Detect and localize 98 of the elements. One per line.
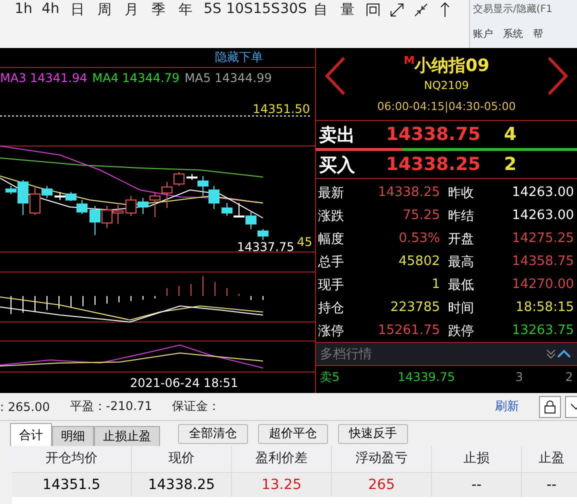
- contract-code: NQ2109: [424, 79, 469, 92]
- menu-item[interactable]: 帮: [533, 27, 543, 41]
- expand-icon[interactable]: [389, 2, 405, 18]
- moving-average-label: MA3 14341.94: [0, 71, 88, 85]
- stat-label: 昨结: [447, 208, 475, 224]
- table-cell: 13.25: [232, 473, 332, 497]
- period-button[interactable]: 5S: [199, 1, 226, 17]
- action-button[interactable]: 快速反手: [338, 424, 408, 444]
- shrink-icon[interactable]: [413, 2, 429, 18]
- stat-value: 14263.00: [510, 185, 574, 200]
- lock-icon: [544, 400, 556, 414]
- depth-cell-text: 2: [564, 370, 573, 384]
- period-button[interactable]: 日: [64, 1, 91, 19]
- period-button[interactable]: 30S: [280, 1, 307, 17]
- bid-volume: 2: [504, 154, 517, 175]
- stat-label: 涨跌: [318, 208, 345, 224]
- stat-label: 持仓: [318, 300, 345, 316]
- stat-value: 0.53%: [398, 231, 441, 246]
- stat-value: 14358.75: [510, 254, 574, 269]
- bid-label: 买入: [319, 154, 356, 176]
- stat-label: 开盘: [447, 230, 475, 248]
- refresh-link[interactable]: 刷新: [495, 398, 519, 415]
- double-chevron-icon[interactable]: [545, 348, 557, 360]
- stat-label: 时间: [447, 300, 475, 316]
- ask-volume: 4: [504, 124, 517, 145]
- trade-toggle-label[interactable]: 交易显示/隐藏(F1: [473, 2, 577, 16]
- stat-label: 跌停: [447, 322, 475, 340]
- period-button[interactable]: 季: [145, 1, 172, 19]
- stat-label: 总手: [318, 254, 345, 270]
- stat-label: 昨收: [447, 184, 475, 202]
- period-button[interactable]: 4h: [37, 1, 64, 17]
- column-header: 现价: [132, 446, 232, 473]
- price-label: 14351.50: [252, 102, 310, 116]
- main-contract-marker: M: [404, 54, 415, 67]
- depth-title: 多档行情: [320, 346, 373, 363]
- period-button[interactable]: 月: [118, 1, 145, 19]
- stat-label: 最新: [318, 184, 345, 202]
- depth-level: 卖5: [320, 368, 341, 386]
- price-label: 14337.75: [237, 240, 294, 254]
- collapse-caret-icon[interactable]: [557, 349, 571, 359]
- margin-label: 保证金：: [172, 398, 220, 415]
- stat-value: 18:58:15: [514, 300, 574, 315]
- ask-price: 14338.75: [386, 124, 482, 145]
- column-header: 开仓均价: [12, 446, 132, 473]
- bid-price: 14338.25: [386, 154, 482, 175]
- float-pl-value: : 265.00: [0, 400, 50, 414]
- table-cell: --: [432, 473, 522, 497]
- period-button[interactable]: 周: [91, 1, 118, 19]
- hide-order-link[interactable]: 隐藏下单: [215, 48, 263, 67]
- stat-value: 45802: [398, 254, 441, 269]
- action-button[interactable]: 超价平仓: [258, 424, 328, 444]
- stat-label: 现手: [318, 276, 345, 294]
- period-button[interactable]: 年: [172, 1, 199, 19]
- trading-session: 06:00-04:15|04:30-05:00: [377, 100, 516, 113]
- menu-item[interactable]: 系统: [503, 27, 523, 41]
- period-button[interactable]: 量: [334, 1, 361, 19]
- price-label: 45: [297, 235, 312, 249]
- stat-value: 14270.00: [510, 277, 574, 292]
- contract-name: 小纳指09: [414, 55, 490, 77]
- date-label: 2021-06-24 18:51: [130, 376, 238, 390]
- stat-label: 最高: [447, 254, 475, 270]
- tab[interactable]: 止损止盈: [94, 426, 160, 446]
- stat-value: 14338.25: [376, 185, 441, 200]
- period-button[interactable]: 1h: [10, 1, 37, 17]
- stat-label: 幅度: [318, 230, 345, 248]
- ask-label: 卖出: [319, 124, 356, 146]
- column-header: 盈利价差: [232, 446, 332, 473]
- draw-tool-icon[interactable]: [365, 2, 381, 18]
- column-header: 止盈: [522, 446, 577, 473]
- stat-value: 14263.00: [510, 208, 574, 223]
- table-cell: --: [522, 473, 577, 497]
- depth-header[interactable]: 多档行情: [316, 342, 577, 366]
- stat-value: 223785: [389, 300, 441, 315]
- tab[interactable]: 明细: [52, 426, 94, 446]
- table-cell: 14338.25: [132, 473, 232, 497]
- table-cell: 14351.5: [12, 473, 132, 497]
- moving-average-label: MA5 14344.99: [184, 71, 272, 85]
- period-button[interactable]: 自: [307, 1, 334, 19]
- stat-value: 15261.75: [376, 323, 441, 338]
- stat-value: 14275.25: [510, 231, 574, 246]
- stat-value: 13263.75: [510, 323, 574, 338]
- column-header: 浮动盈亏: [332, 446, 432, 473]
- stat-label: 最低: [447, 276, 475, 294]
- stat-label: 涨停: [318, 322, 345, 340]
- column-header: 止损: [432, 446, 522, 473]
- table-cell: 265: [332, 473, 432, 497]
- period-button[interactable]: 10S: [226, 1, 253, 17]
- stat-value: 1: [430, 277, 441, 292]
- lock-button[interactable]: [539, 396, 561, 418]
- close-pl-label: 平盈：-210.71: [70, 398, 152, 415]
- tab[interactable]: 合计: [10, 423, 52, 446]
- stat-value: 75.25: [402, 208, 441, 223]
- menu-item[interactable]: 账户: [473, 27, 493, 41]
- depth-volume: 3: [514, 370, 523, 384]
- depth-price: 14339.75: [396, 370, 455, 384]
- action-button[interactable]: 全部清仓: [178, 424, 248, 444]
- period-button[interactable]: 15S: [253, 1, 280, 17]
- moving-average-label: MA4 14344.79: [92, 71, 180, 85]
